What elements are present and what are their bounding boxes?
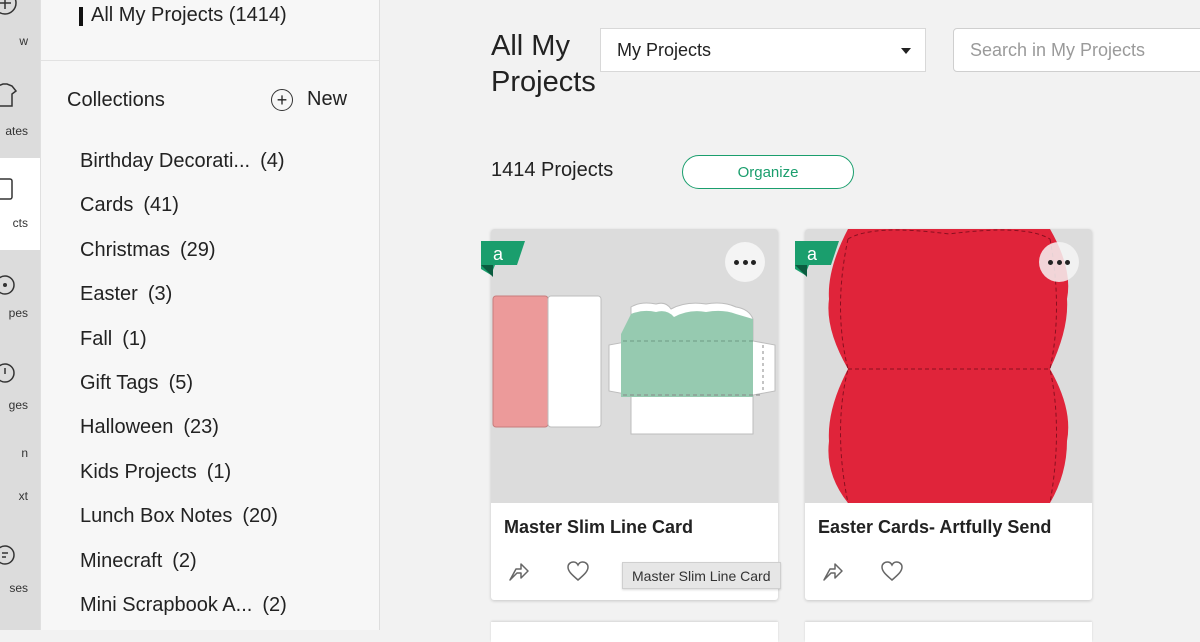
collection-count: (2) [262, 593, 287, 616]
collection-item[interactable]: Easter (3) [80, 283, 287, 327]
projects-icon [0, 178, 13, 200]
collection-name: Minecraft [80, 549, 163, 572]
card-title-tooltip: Master Slim Line Card [622, 562, 781, 589]
collection-count: (1) [122, 327, 147, 350]
new-icon [0, 0, 17, 15]
collections-heading: Collections [67, 89, 165, 111]
rail-item-templates[interactable]: ates [0, 68, 40, 158]
collection-count: (23) [183, 416, 219, 439]
rail-item-new[interactable]: w [0, 0, 40, 68]
collection-item[interactable]: Gift Tags (5) [80, 372, 287, 416]
rail-item-phrases[interactable]: ses [0, 520, 40, 630]
rail-label: ges [8, 398, 28, 412]
shirt-icon [0, 83, 18, 107]
project-card[interactable]: a Master Slim Line Card [481, 229, 778, 600]
search-input[interactable] [953, 28, 1200, 72]
collection-name: Mini Scrapbook A... [80, 593, 253, 616]
shapes-icon [0, 275, 15, 295]
collection-count: (4) [260, 150, 285, 172]
rail-label: n [21, 446, 28, 460]
page-title: All My Projects [491, 30, 596, 98]
phrases-icon [0, 545, 15, 565]
rail-label: w [19, 34, 28, 48]
caret-down-icon [901, 48, 911, 54]
images-icon [0, 363, 15, 383]
collection-count: (20) [242, 505, 278, 528]
rail-label: pes [8, 306, 28, 320]
collections-panel: All My Projects (1414) Collections + New… [41, 0, 380, 630]
new-collection-label: New [307, 88, 348, 110]
rail-item-projects[interactable]: cts [0, 158, 40, 250]
rail-item-text[interactable]: n xt [0, 430, 40, 520]
heart-icon[interactable] [566, 560, 590, 582]
collection-count: (1) [206, 460, 232, 483]
collection-item[interactable]: Birthday Decorati... (4) [80, 150, 287, 194]
dot-icon [1048, 259, 1054, 265]
collection-count: (5) [168, 371, 194, 394]
collection-count: (41) [143, 194, 179, 217]
collection-item[interactable]: Minecraft (2) [80, 550, 287, 594]
collection-name: Birthday Decorati... [80, 150, 251, 172]
dot-icon [1064, 259, 1070, 265]
new-collection-button[interactable]: + New [271, 88, 347, 111]
rail-label: cts [12, 216, 28, 230]
collection-item[interactable]: Christmas (29) [80, 239, 287, 283]
collection-item[interactable]: Halloween (23) [80, 416, 287, 460]
project-card-partial[interactable] [491, 622, 778, 642]
project-card-partial[interactable] [805, 622, 1092, 642]
collection-item[interactable]: Fall (1) [80, 328, 287, 372]
dot-icon [742, 259, 748, 265]
share-icon[interactable] [507, 559, 531, 583]
collection-item[interactable]: Cards (41) [80, 194, 287, 238]
collection-item[interactable]: Kids Projects (1) [80, 461, 287, 505]
project-card[interactable]: a Easter Cards- Artfully Send [795, 229, 1092, 600]
more-options-button[interactable] [1039, 242, 1079, 282]
select-value: My Projects [617, 39, 712, 60]
left-nav-rail: w ates cts pes ges n xt ses [0, 0, 41, 630]
dot-icon [734, 259, 740, 265]
collection-count: (2) [172, 549, 197, 572]
collection-name: Kids Projects [80, 460, 197, 483]
card-title[interactable]: Easter Cards- Artfully Send [818, 517, 1051, 538]
plus-circle-icon: + [271, 88, 293, 111]
badge-letter: a [493, 244, 504, 264]
collection-name: Christmas [80, 238, 171, 261]
collection-name: Cards [80, 194, 134, 217]
heart-icon[interactable] [880, 560, 904, 582]
access-badge-icon: a [481, 241, 525, 277]
collection-name: Easter [80, 283, 138, 306]
collection-name: Halloween [80, 416, 174, 439]
project-filter-select[interactable]: My Projects [600, 28, 926, 72]
collection-item[interactable]: Mini Scrapbook A... (2) [80, 594, 287, 638]
rail-label: ates [5, 124, 28, 138]
access-badge-icon: a [795, 241, 839, 277]
project-count: 1414 Projects [491, 159, 614, 181]
rail-label: ses [9, 581, 28, 595]
share-icon[interactable] [821, 559, 845, 583]
organize-button[interactable]: Organize [682, 155, 854, 189]
badge-letter: a [807, 244, 818, 264]
collection-name: Lunch Box Notes [80, 505, 233, 528]
collection-name: Fall [80, 327, 113, 350]
dot-icon [750, 259, 756, 265]
collection-count: (29) [180, 238, 216, 261]
collection-item[interactable]: Lunch Box Notes (20) [80, 505, 287, 549]
dot-icon [1056, 259, 1062, 265]
all-projects-link[interactable]: All My Projects (1414) [79, 4, 287, 27]
more-options-button[interactable] [725, 242, 765, 282]
collection-count: (3) [147, 283, 173, 306]
panel-divider [41, 60, 379, 61]
collection-name: Gift Tags [80, 371, 159, 394]
collection-list: Birthday Decorati... (4) Cards (41) Christ… [80, 150, 287, 638]
rail-label: xt [18, 489, 28, 503]
card-title[interactable]: Master Slim Line Card [504, 517, 693, 538]
rail-item-images[interactable]: ges [0, 340, 40, 430]
rail-item-shapes[interactable]: pes [0, 250, 40, 340]
